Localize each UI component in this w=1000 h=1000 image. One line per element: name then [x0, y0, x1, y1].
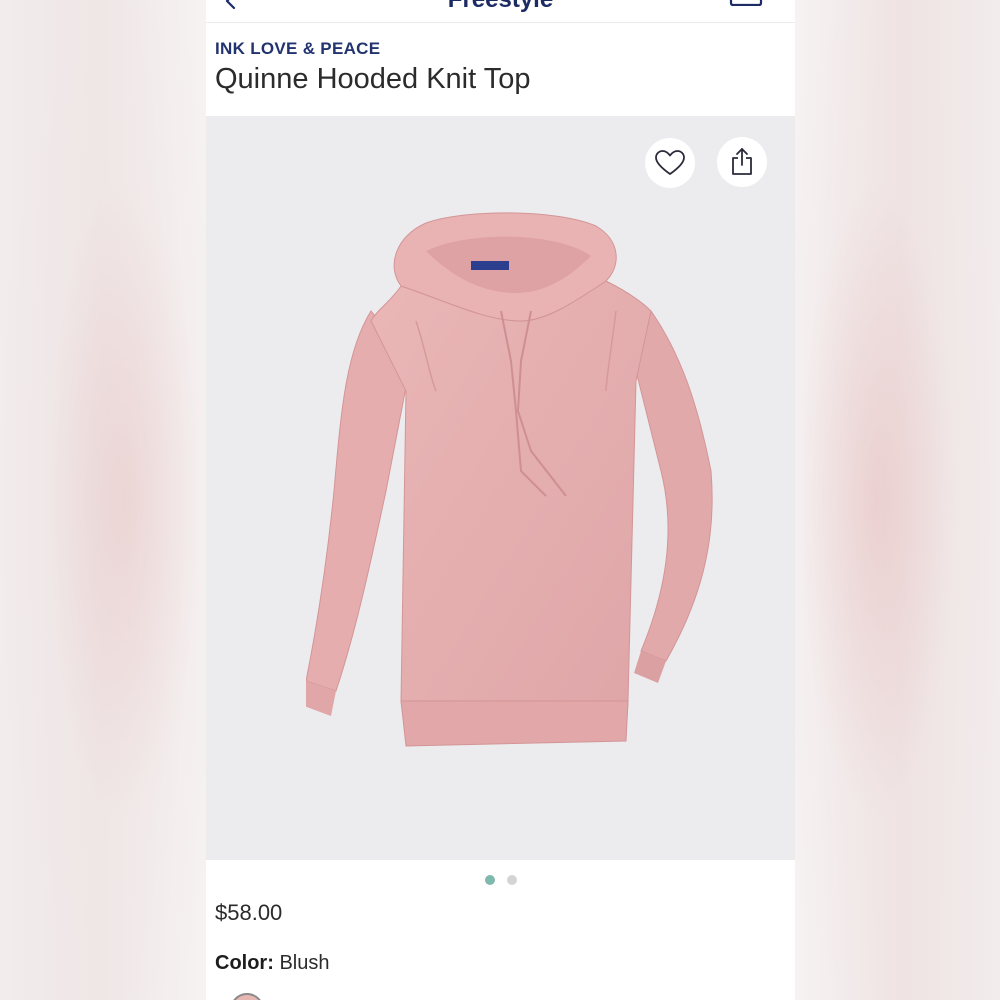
color-selection-row: Color: Blush: [215, 952, 329, 975]
product-image-carousel[interactable]: [206, 116, 795, 860]
favorite-button[interactable]: [645, 138, 695, 188]
product-price: $58.00: [215, 900, 283, 925]
share-icon: [732, 148, 752, 175]
heart-icon: [655, 150, 685, 175]
pagination-dot-active[interactable]: [484, 875, 495, 885]
background-blur-left: [0, 0, 206, 1000]
bag-icon[interactable]: [729, 0, 763, 6]
color-label: Color:: [215, 952, 274, 974]
product-title: Quinne Hooded Knit Top: [215, 63, 531, 95]
hooded-top-product-image: [306, 212, 713, 747]
brand-name[interactable]: INK LOVE & PEACE: [215, 39, 380, 59]
carousel-pagination: [206, 872, 795, 885]
top-nav-bar: Freestyle: [206, 0, 795, 23]
pagination-dot[interactable]: [506, 875, 517, 885]
app-title: Freestyle: [206, 0, 795, 14]
color-swatch-blush[interactable]: [230, 993, 264, 1000]
background-blur-right: [795, 0, 1000, 1000]
color-value: Blush: [279, 952, 330, 974]
product-screen: Freestyle INK LOVE & PEACE Quinne Hooded…: [206, 0, 795, 1000]
share-button[interactable]: [717, 137, 767, 187]
